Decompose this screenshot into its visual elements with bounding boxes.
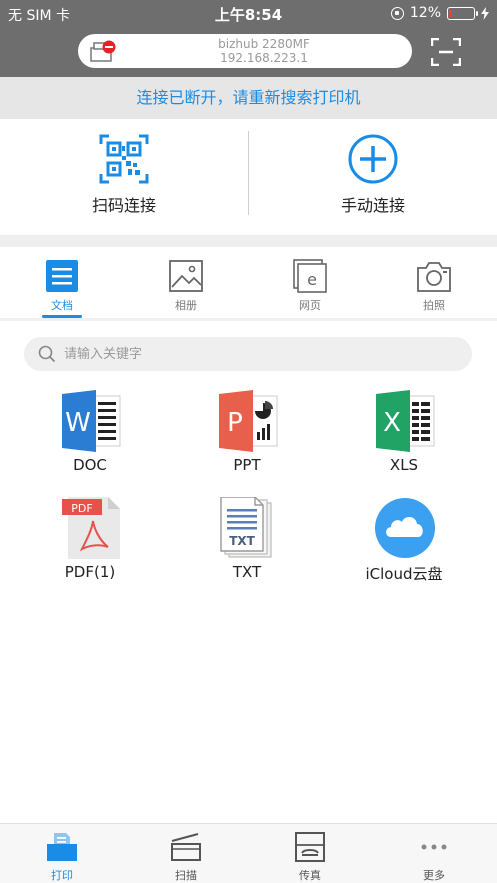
- search-bar: [24, 337, 472, 371]
- icloud-icon: [375, 498, 435, 558]
- printer-selector[interactable]: bizhub 2280MF 192.168.223.1: [78, 34, 412, 68]
- battery-percent: 12%: [409, 5, 441, 21]
- word-icon: W: [62, 390, 121, 452]
- manual-connect-label: 手动连接: [340, 196, 405, 215]
- tab-album[interactable]: 相册: [124, 247, 248, 321]
- printer-model: bizhub 2280MF: [218, 37, 310, 51]
- image-icon: [169, 260, 203, 292]
- app-header: 无 SIM 卡 上午8:54 12% bizhub 2280MF 192.168…: [0, 0, 497, 77]
- nav-more[interactable]: 更多: [372, 824, 496, 883]
- nav-fax-label: 传真: [299, 869, 321, 882]
- battery-icon: [447, 6, 478, 20]
- file-type-ppt[interactable]: P PPT: [177, 390, 317, 490]
- source-tabs: 文档 相册 e 网页 拍照: [0, 247, 497, 321]
- rotation-lock-icon: [390, 6, 404, 20]
- tab-documents[interactable]: 文档: [0, 247, 124, 321]
- file-type-doc[interactable]: W DOC: [20, 390, 160, 490]
- pdf-tag: PDF: [71, 502, 92, 515]
- tab-camera-label: 拍照: [423, 299, 445, 312]
- section-gap: [0, 235, 497, 247]
- file-type-pdf[interactable]: PDF PDF(1): [20, 497, 160, 597]
- pdf-icon: PDF: [62, 497, 120, 559]
- excel-icon: X: [376, 390, 435, 452]
- file-type-xls-label: XLS: [389, 456, 419, 474]
- camera-icon: [417, 262, 451, 292]
- more-dots-icon: [421, 844, 447, 850]
- status-right: 12%: [390, 5, 489, 21]
- nav-print-label: 打印: [51, 869, 73, 882]
- file-type-ppt-label: PPT: [233, 456, 261, 474]
- file-type-pdf-label: PDF(1): [64, 563, 116, 581]
- fax-icon: [295, 832, 325, 862]
- file-type-icloud-label: iCloud云盘: [365, 565, 443, 583]
- webpage-icon: e: [293, 259, 327, 293]
- search-input[interactable]: [64, 337, 454, 371]
- tab-album-label: 相册: [175, 299, 197, 312]
- tab-webpage-label: 网页: [299, 299, 321, 312]
- tab-documents-label: 文档: [51, 299, 73, 312]
- battery-fill: [449, 8, 452, 17]
- nav-more-label: 更多: [423, 869, 445, 882]
- charging-bolt-icon: [481, 6, 489, 20]
- status-bar: 无 SIM 卡 上午8:54 12%: [0, 0, 497, 28]
- txt-icon: TXT: [220, 497, 272, 558]
- manual-connect-button[interactable]: 手动连接: [249, 119, 497, 235]
- svg-text:e: e: [307, 270, 317, 289]
- scan-connect-label: 扫码连接: [91, 196, 156, 215]
- print-icon: [47, 833, 77, 861]
- tab-webpage[interactable]: e 网页: [248, 247, 372, 321]
- nav-print[interactable]: 打印: [0, 824, 124, 883]
- word-letter: W: [65, 408, 91, 438]
- file-type-doc-label: DOC: [73, 456, 107, 474]
- disconnect-banner[interactable]: 连接已断开，请重新搜索打印机: [0, 77, 497, 119]
- active-tab-indicator: [42, 315, 82, 318]
- nav-scan-label: 扫描: [175, 869, 197, 882]
- document-icon: [46, 260, 78, 292]
- printer-icon: [90, 40, 116, 62]
- file-type-xls[interactable]: X XLS: [334, 390, 474, 490]
- qr-code-icon: [99, 134, 149, 184]
- search-icon: [38, 345, 56, 363]
- powerpoint-letter: P: [227, 408, 243, 438]
- file-type-icloud[interactable]: iCloud云盘: [334, 497, 474, 597]
- powerpoint-icon: P: [219, 390, 278, 452]
- printer-ip: 192.168.223.1: [220, 51, 308, 65]
- nav-fax[interactable]: 传真: [248, 824, 372, 883]
- connect-divider: [248, 131, 249, 215]
- bottom-navigation: 打印 扫描 传真 更多: [0, 823, 497, 883]
- add-circle-icon: [348, 134, 398, 184]
- scan-frame-icon[interactable]: [431, 38, 461, 66]
- txt-tag: TXT: [229, 534, 255, 548]
- scan-connect-button[interactable]: 扫码连接: [0, 119, 248, 235]
- file-type-txt-label: TXT: [232, 563, 262, 581]
- excel-letter: X: [383, 408, 401, 438]
- scanner-icon: [171, 833, 201, 861]
- printer-info: bizhub 2280MF 192.168.223.1: [126, 37, 402, 65]
- file-type-txt[interactable]: TXT TXT: [177, 497, 317, 597]
- tab-camera[interactable]: 拍照: [372, 247, 496, 321]
- nav-scan[interactable]: 扫描: [124, 824, 248, 883]
